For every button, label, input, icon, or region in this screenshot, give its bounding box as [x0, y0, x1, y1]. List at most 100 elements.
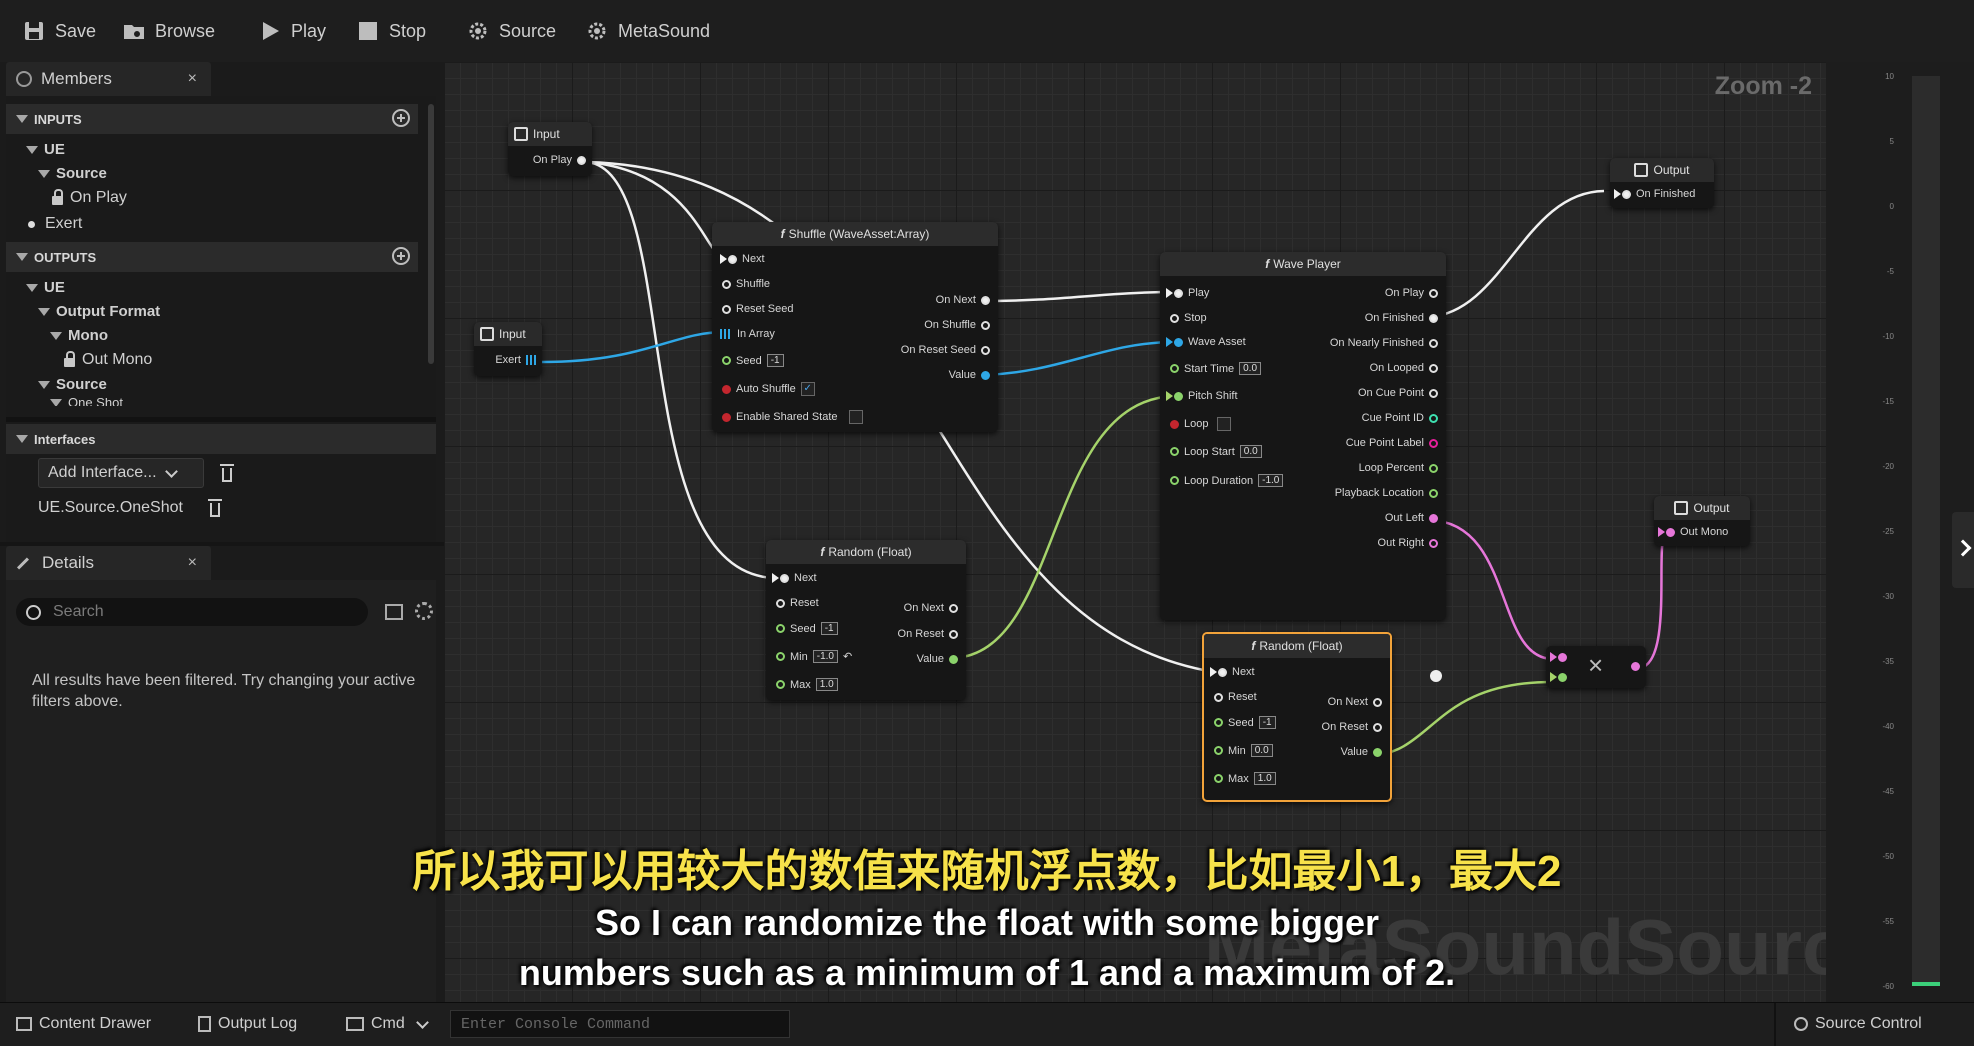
pin-out-left[interactable]: Out Left: [1385, 512, 1438, 524]
pin-on-finished[interactable]: On Finished: [1365, 312, 1438, 324]
min-field[interactable]: 0.0: [1250, 744, 1273, 757]
output-log-button[interactable]: Output Log: [198, 1015, 297, 1033]
max-field[interactable]: 1.0: [815, 678, 838, 691]
close-icon[interactable]: ×: [188, 70, 197, 88]
shuffle-node[interactable]: f Shuffle (WaveAsset:Array) Next Shuffle …: [712, 222, 998, 432]
pin-wave-asset[interactable]: Wave Asset: [1166, 336, 1246, 348]
max-field[interactable]: 1.0: [1253, 772, 1276, 785]
close-icon[interactable]: ×: [188, 554, 197, 572]
pin-in-array[interactable]: In Array: [720, 328, 775, 340]
tree-item[interactable]: One Shot: [50, 398, 123, 406]
exec-pin[interactable]: [720, 254, 727, 264]
stop-button[interactable]: Stop: [356, 10, 426, 52]
trigger-pin[interactable]: [1429, 338, 1438, 348]
float-pin[interactable]: [776, 652, 785, 661]
pin-a[interactable]: [1550, 652, 1567, 662]
pin-loop-start[interactable]: Loop Start 0.0: [1170, 445, 1262, 458]
string-pin[interactable]: [1429, 438, 1438, 448]
member-out-mono[interactable]: Out Mono: [64, 351, 152, 369]
bool-pin[interactable]: [722, 384, 731, 394]
shared-state-checkbox[interactable]: [848, 410, 863, 424]
seed-field[interactable]: -1: [1258, 716, 1276, 729]
interface-item[interactable]: UE.Source.OneShot: [38, 499, 183, 517]
member-on-play[interactable]: On Play: [52, 189, 127, 207]
trigger-pin[interactable]: [722, 304, 731, 314]
outputs-header[interactable]: OUTPUTS: [6, 242, 418, 272]
exec-pin[interactable]: [577, 155, 586, 165]
time-pin[interactable]: [1170, 447, 1179, 456]
trash-icon[interactable]: [208, 499, 222, 517]
pin-on-cue-point[interactable]: On Cue Point: [1358, 387, 1438, 399]
pin-start-time[interactable]: Start Time 0.0: [1170, 362, 1262, 375]
exec-pin[interactable]: [981, 295, 990, 305]
trigger-pin[interactable]: [1429, 388, 1438, 398]
splitter[interactable]: [6, 417, 436, 422]
output-node-out-mono[interactable]: Output Out Mono: [1654, 496, 1750, 546]
cmd-dropdown[interactable]: Cmd: [346, 1015, 429, 1033]
pin-reset[interactable]: Reset: [1214, 691, 1257, 703]
wave-player-node[interactable]: f Wave Player Play Stop Wave Asset Start …: [1160, 252, 1446, 620]
pin-reset[interactable]: Reset: [776, 597, 819, 609]
trigger-pin[interactable]: [949, 629, 958, 639]
tree-item[interactable]: Output Format: [38, 303, 160, 320]
pin-enable-shared-state[interactable]: Enable Shared State: [722, 410, 863, 424]
exec-pin[interactable]: [1166, 288, 1173, 298]
pin-playback-location[interactable]: Playback Location: [1335, 487, 1438, 499]
pin-max[interactable]: Max 1.0: [776, 678, 838, 691]
tree-item[interactable]: UE: [26, 279, 65, 296]
trigger-pin[interactable]: [776, 598, 785, 608]
members-scrollbar[interactable]: [428, 104, 434, 364]
pin-out-right[interactable]: Out Right: [1378, 537, 1438, 549]
pin-seed[interactable]: Seed -1: [722, 354, 784, 367]
audio-pin[interactable]: [1550, 652, 1557, 662]
pin-on-reset-seed[interactable]: On Reset Seed: [901, 344, 990, 356]
trigger-pin[interactable]: [981, 320, 990, 330]
pin-on-nearly-finished[interactable]: On Nearly Finished: [1330, 337, 1438, 349]
pin-next[interactable]: Next: [772, 572, 817, 584]
inputs-header[interactable]: INPUTS: [6, 104, 418, 134]
trigger-pin[interactable]: [1373, 697, 1382, 707]
exec-pin[interactable]: [772, 573, 779, 583]
pin-min[interactable]: Min 0.0: [1214, 744, 1273, 757]
bool-pin[interactable]: [722, 412, 731, 422]
pin-loop-duration[interactable]: Loop Duration -1.0: [1170, 474, 1284, 487]
tree-item[interactable]: Source: [38, 376, 107, 393]
float-pin[interactable]: [1429, 488, 1438, 498]
float-pin[interactable]: [1214, 746, 1223, 755]
wave-pin[interactable]: [981, 370, 990, 380]
float-pin[interactable]: [949, 654, 958, 664]
metasound-button[interactable]: MetaSound: [585, 10, 710, 52]
trigger-pin[interactable]: [1170, 313, 1179, 323]
pin-on-looped[interactable]: On Looped: [1370, 362, 1438, 374]
pin-on-finished[interactable]: On Finished: [1614, 188, 1695, 200]
add-interface-dropdown[interactable]: Add Interface...: [38, 458, 204, 488]
float-pin[interactable]: [776, 680, 785, 689]
trash-icon[interactable]: [220, 464, 234, 482]
pin-out[interactable]: [1631, 662, 1640, 671]
time-pin[interactable]: [1170, 476, 1179, 485]
loop-duration-field[interactable]: -1.0: [1258, 474, 1284, 487]
pin-auto-shuffle[interactable]: Auto Shuffle ✓: [722, 382, 815, 396]
time-pin[interactable]: [1170, 364, 1179, 373]
pin-exert[interactable]: Exert: [495, 354, 536, 366]
pin-reset-seed[interactable]: Reset Seed: [722, 303, 793, 315]
trigger-pin[interactable]: [1429, 288, 1438, 298]
trigger-pin[interactable]: [981, 345, 990, 355]
search-input[interactable]: Search: [16, 598, 368, 626]
auto-shuffle-checkbox[interactable]: ✓: [800, 382, 815, 396]
pin-stop[interactable]: Stop: [1170, 312, 1207, 324]
content-drawer-button[interactable]: Content Drawer: [16, 1015, 151, 1033]
details-tab[interactable]: Details ×: [6, 546, 211, 580]
pin-b[interactable]: [1550, 672, 1567, 682]
int-pin[interactable]: [1429, 413, 1438, 423]
seed-field[interactable]: -1: [820, 622, 838, 635]
pin-pitch-shift[interactable]: Pitch Shift: [1166, 390, 1238, 402]
pin-play[interactable]: Play: [1166, 287, 1209, 299]
pin-cue-point-id[interactable]: Cue Point ID: [1362, 412, 1438, 424]
table-view-icon[interactable]: [385, 604, 403, 620]
save-button[interactable]: Save: [22, 10, 96, 52]
members-tab[interactable]: Members ×: [6, 62, 211, 96]
tree-item[interactable]: Mono: [50, 327, 108, 344]
min-field[interactable]: -1.0: [812, 650, 838, 663]
pin-on-play[interactable]: On Play: [1385, 287, 1438, 299]
